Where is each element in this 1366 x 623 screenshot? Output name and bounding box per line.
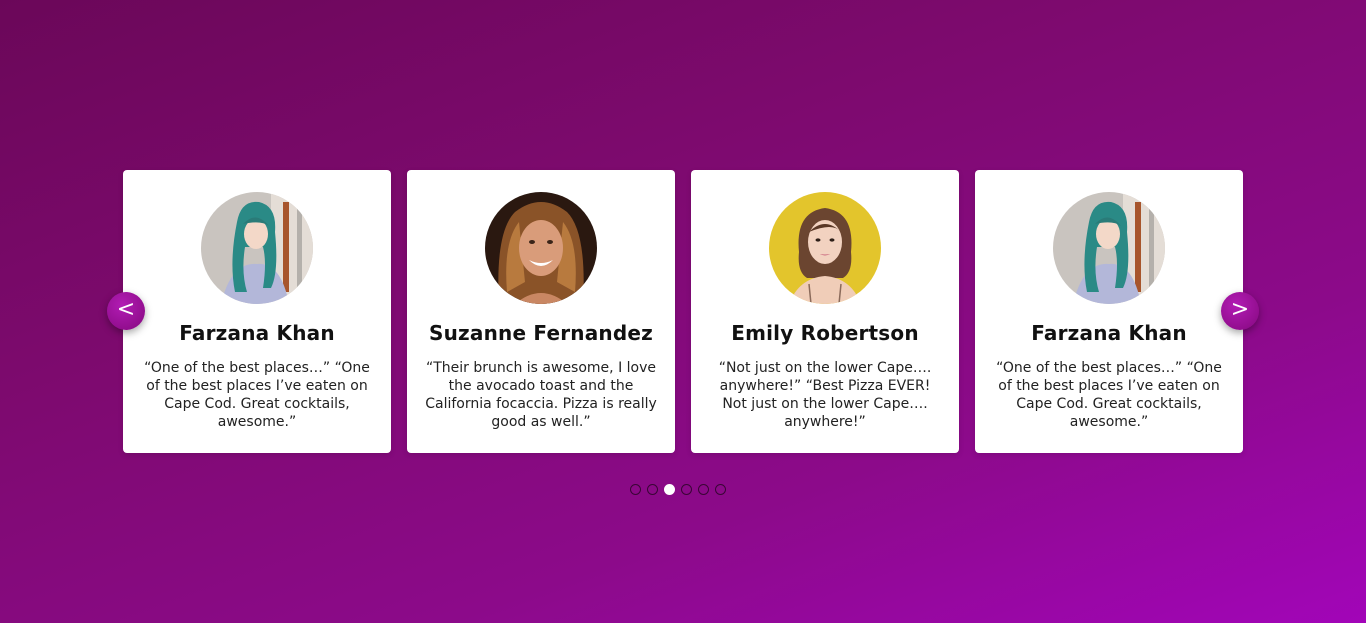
card-track: Farzana Khan “One of the best places…” “… [123, 170, 1243, 453]
pagination-dot[interactable] [647, 484, 658, 495]
pagination-dot-active[interactable] [664, 484, 675, 495]
review-text: “One of the best places…” “One of the be… [996, 360, 1222, 430]
pagination-dot[interactable] [715, 484, 726, 495]
testimonial-card: Farzana Khan “One of the best places…” “… [975, 170, 1243, 453]
avatar-farzana [201, 192, 313, 304]
pagination-dots [630, 484, 726, 495]
next-button[interactable]: > [1221, 292, 1259, 330]
prev-button[interactable]: < [107, 292, 145, 330]
reviewer-name: Farzana Khan [1031, 321, 1187, 345]
pagination-dot[interactable] [681, 484, 692, 495]
avatar-suzanne [485, 192, 597, 304]
avatar-farzana [1053, 192, 1165, 304]
reviewer-name: Farzana Khan [179, 321, 335, 345]
review-text: “Their brunch is awesome, I love the avo… [425, 360, 657, 430]
testimonial-card: Suzanne Fernandez “Their brunch is aweso… [407, 170, 675, 453]
reviewer-name: Suzanne Fernandez [429, 321, 653, 345]
testimonial-card: Farzana Khan “One of the best places…” “… [123, 170, 391, 453]
avatar-emily [769, 192, 881, 304]
review-text: “One of the best places…” “One of the be… [144, 360, 370, 430]
review-text: “Not just on the lower Cape…. anywhere!”… [718, 360, 932, 430]
testimonial-card: Emily Robertson “Not just on the lower C… [691, 170, 959, 453]
pagination-dot[interactable] [630, 484, 641, 495]
pagination-dot[interactable] [698, 484, 709, 495]
reviewer-name: Emily Robertson [731, 321, 919, 345]
testimonial-carousel: Farzana Khan “One of the best places…” “… [0, 0, 1366, 623]
